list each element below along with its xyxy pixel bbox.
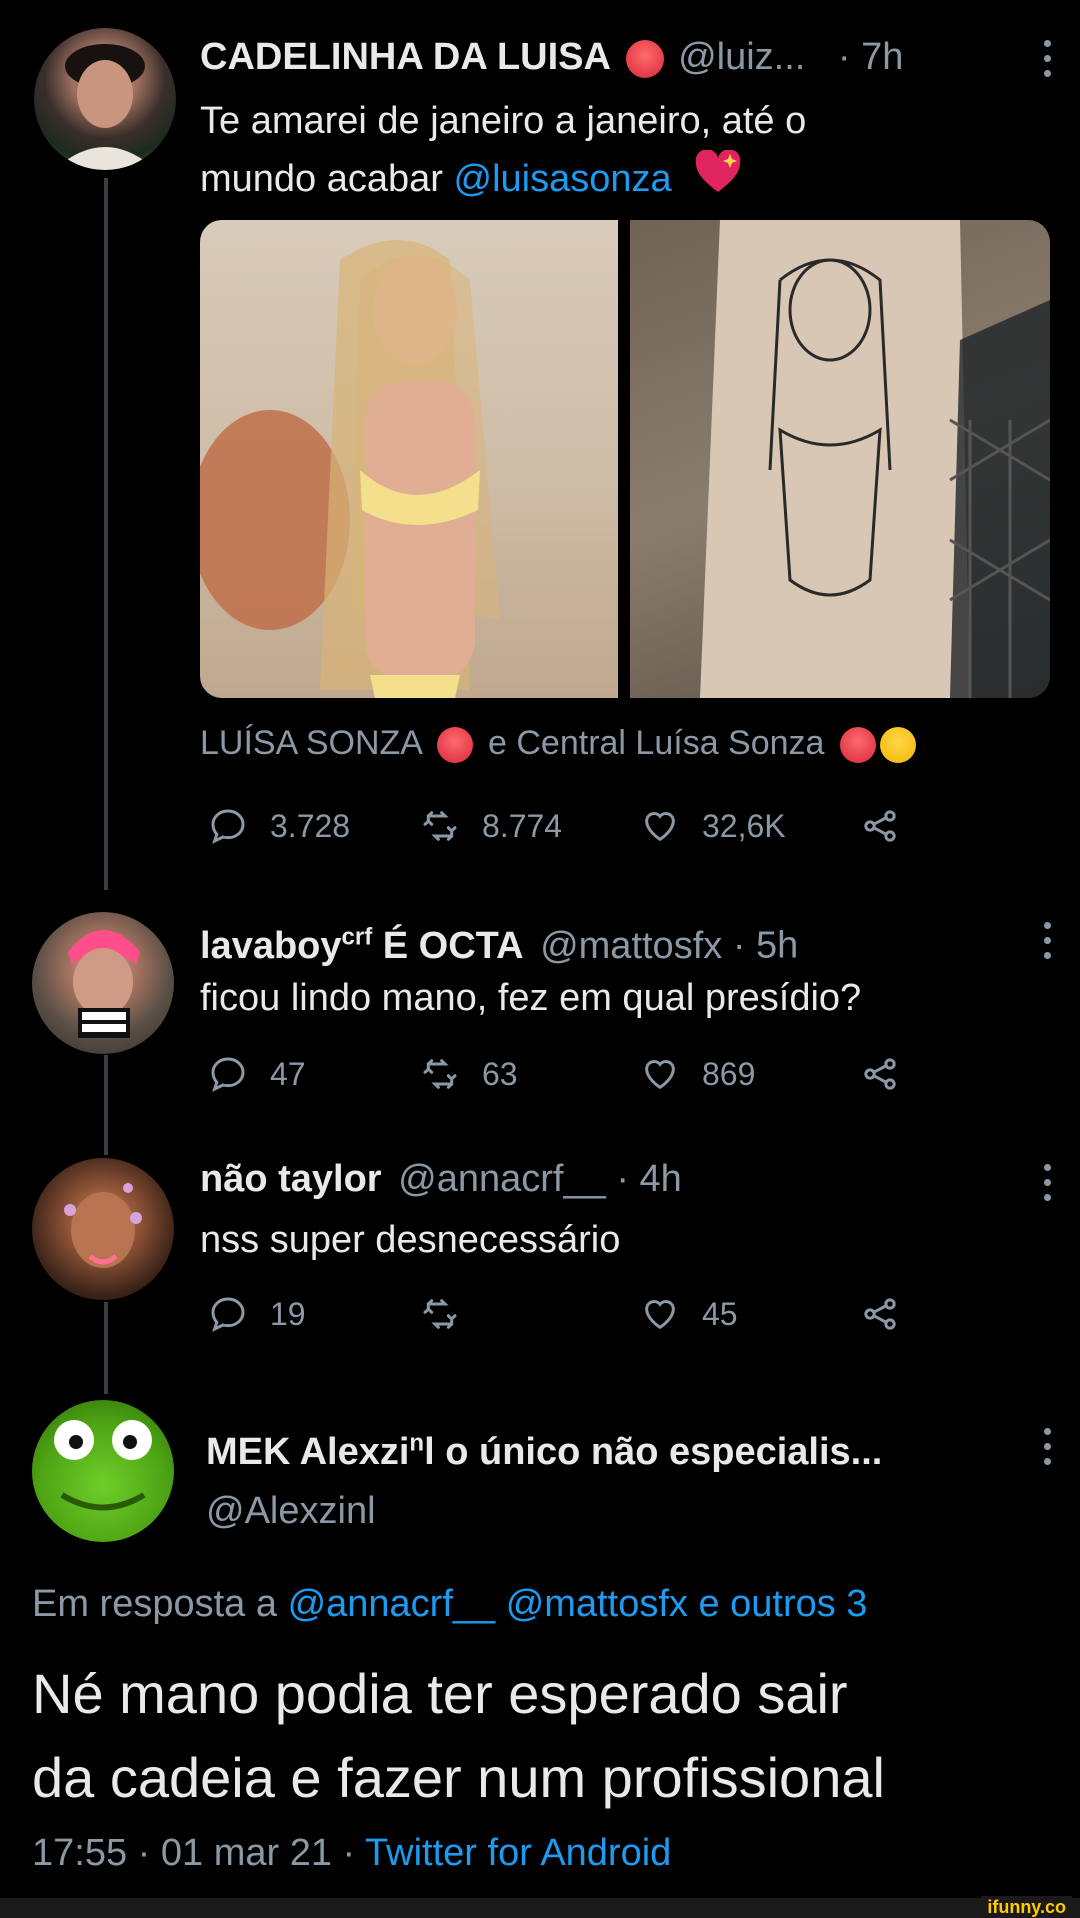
tweet-meta: 17:55 · 01 mar 21 · Twitter for Android <box>32 1828 671 1878</box>
tweet-actions: 3.728 8.774 32,6K <box>200 806 920 856</box>
retweet-icon <box>423 811 457 841</box>
mention-link[interactable]: @mattosfx e outros 3 <box>506 1583 868 1625</box>
retweet-button[interactable] <box>420 1294 482 1334</box>
watermark-logo: ifunny.co <box>981 1896 1072 1918</box>
user-name[interactable]: não taylor <box>200 1158 382 1200</box>
retweet-count: 8.774 <box>482 807 563 844</box>
hot-face-emoji-icon <box>625 39 664 78</box>
relieved-face-emoji-icon <box>879 727 916 764</box>
reply-prefix: Em resposta a <box>32 1583 288 1625</box>
retweet-icon <box>423 1059 457 1089</box>
user-name-suffix: É OCTA <box>372 924 524 967</box>
reply-button[interactable]: 47 <box>208 1054 306 1094</box>
tagged-user[interactable]: Central Luísa Sonza <box>516 724 824 762</box>
tweet-time: · 4h <box>616 1158 682 1200</box>
watermark-text: ifunny.co <box>987 1897 1066 1917</box>
like-button[interactable]: 45 <box>640 1294 738 1334</box>
tweet-text: ficou lindo mano, fez em qual presídio? <box>200 977 862 1019</box>
like-button[interactable]: 869 <box>640 1054 755 1094</box>
retweet-icon <box>423 1299 457 1329</box>
tweet-photo-tattoo[interactable] <box>630 220 1050 698</box>
reply-count: 47 <box>270 1055 306 1092</box>
avatar[interactable] <box>32 1158 174 1300</box>
tweet-timestamp: 17:55 · 01 mar 21 · <box>32 1832 366 1874</box>
heart-icon <box>645 812 675 842</box>
hot-face-emoji-icon <box>436 727 473 764</box>
user-name-text: lavaboy <box>200 924 342 967</box>
avatar[interactable] <box>32 912 174 1054</box>
heart-icon <box>645 1300 675 1330</box>
reply-icon <box>211 1057 245 1092</box>
reply-count: 19 <box>270 1295 306 1332</box>
reply-count: 3.728 <box>270 807 351 844</box>
share-button[interactable] <box>860 806 900 846</box>
retweet-button[interactable]: 8.774 <box>420 806 562 846</box>
like-button[interactable]: 32,6K <box>640 806 786 846</box>
tagged-user[interactable]: LUÍSA SONZA <box>200 724 421 762</box>
share-button[interactable] <box>860 1054 900 1094</box>
tweet-text: nss super desnecessário <box>200 1219 621 1261</box>
share-button[interactable] <box>860 1294 900 1334</box>
user-name-sup: n <box>409 1429 425 1456</box>
user-handle[interactable]: @mattosfx <box>540 925 722 967</box>
user-name[interactable]: MEK Alexzinl o único não especialis... <box>206 1429 883 1473</box>
retweet-button[interactable]: 63 <box>420 1054 518 1094</box>
tweet-photo-luisa[interactable] <box>200 220 618 698</box>
watermark-bar <box>0 1898 1080 1918</box>
sparkling-heart-emoji-icon <box>694 149 742 211</box>
thread-line <box>104 178 108 890</box>
thread-line <box>104 1055 108 1155</box>
user-name-suffix: l o único não especialis... <box>424 1430 883 1473</box>
tweet-actions: 47 63 869 <box>200 1054 920 1104</box>
user-name[interactable]: CADELINHA DA LUISA <box>200 36 611 78</box>
hot-face-emoji-icon <box>839 727 876 764</box>
tweet-text-line: mundo acabar @luisasonza <box>200 149 1040 211</box>
user-handle[interactable]: @annacrf__ <box>398 1158 606 1200</box>
thread-line <box>104 1302 108 1394</box>
avatar[interactable] <box>34 28 176 170</box>
user-name[interactable]: lavaboycrf É OCTA <box>200 923 524 967</box>
reply-icon <box>211 1297 245 1332</box>
tweet-time: · 7h <box>837 36 904 78</box>
share-icon <box>864 1058 896 1090</box>
user-name-text: MEK Alexzi <box>206 1430 410 1473</box>
like-count: 869 <box>702 1055 756 1092</box>
more-options-icon[interactable] <box>1042 922 1052 959</box>
heart-icon <box>645 1060 675 1090</box>
more-options-icon[interactable] <box>1042 40 1052 77</box>
reply-context: Em resposta a @annacrf__ @mattosfx e out… <box>32 1578 867 1630</box>
reply-button[interactable]: 19 <box>208 1294 306 1334</box>
more-options-icon[interactable] <box>1042 1164 1052 1201</box>
like-count: 45 <box>702 1295 738 1332</box>
retweet-count: 63 <box>482 1055 518 1092</box>
share-icon <box>864 810 896 842</box>
like-count: 32,6K <box>702 807 786 844</box>
tweet-text-line: Te amarei de janeiro a janeiro, até o <box>200 100 807 142</box>
user-name-sup: crf <box>341 923 373 950</box>
mention-link[interactable]: @luisasonza <box>454 158 672 200</box>
tweet-text-line: Né mano podia ter esperado sair <box>32 1662 848 1725</box>
tweet-time: · 5h <box>732 924 799 967</box>
tweet-source-link[interactable]: Twitter for Android <box>365 1832 671 1874</box>
reply-icon <box>211 809 245 844</box>
share-icon <box>864 1298 896 1330</box>
avatar[interactable] <box>32 1400 174 1542</box>
tweet-text: mundo acabar <box>200 158 454 200</box>
tweet-text-line: da cadeia e fazer num profissional <box>32 1746 885 1809</box>
mention-link[interactable]: @annacrf__ <box>288 1583 496 1625</box>
reply-button[interactable]: 3.728 <box>208 806 350 846</box>
tagged-join: e <box>488 724 507 762</box>
more-options-icon[interactable] <box>1042 1428 1052 1465</box>
user-handle[interactable]: @Alexzinl <box>206 1486 376 1536</box>
user-handle[interactable]: @luiz... <box>678 36 805 78</box>
tweet-actions: 19 45 <box>200 1294 920 1344</box>
focus-tweet-text: Né mano podia ter esperado sair da cadei… <box>32 1652 885 1820</box>
